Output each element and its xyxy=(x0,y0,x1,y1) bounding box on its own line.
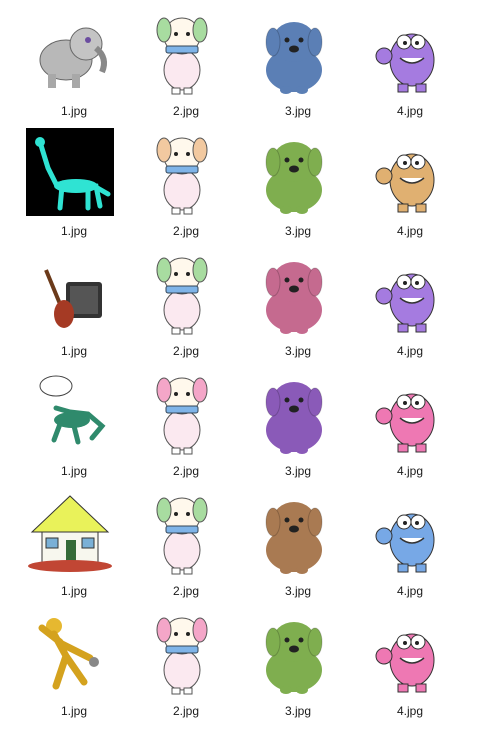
dog-harmonica-green-thumbnail xyxy=(138,8,226,96)
sync-status-icon xyxy=(212,8,226,22)
sync-status-icon xyxy=(212,128,226,142)
file-name-label: 3.jpg xyxy=(284,704,312,718)
file-item[interactable]: 2.jpg xyxy=(128,486,228,602)
sync-status-icon xyxy=(212,248,226,262)
file-item[interactable]: 1.jpg xyxy=(16,606,116,722)
file-name-label: 2.jpg xyxy=(172,584,200,598)
file-name-label: 1.jpg xyxy=(60,704,88,718)
file-name-label: 1.jpg xyxy=(60,104,88,118)
sync-status-icon xyxy=(212,488,226,502)
dog-harmonica-orange-thumbnail xyxy=(138,128,226,216)
file-item[interactable]: 4.jpg xyxy=(352,126,452,242)
file-name-label: 3.jpg xyxy=(284,104,312,118)
file-name-label: 3.jpg xyxy=(284,224,312,238)
file-name-label: 2.jpg xyxy=(172,224,200,238)
sync-status-icon xyxy=(324,488,338,502)
golden-figure-thumbnail xyxy=(26,608,114,696)
guitar-amp-thumbnail xyxy=(26,248,114,336)
file-item[interactable]: 3.jpg xyxy=(240,126,340,242)
file-name-label: 2.jpg xyxy=(172,104,200,118)
elephant-thumbnail xyxy=(26,8,114,96)
file-item[interactable]: 2.jpg xyxy=(128,6,228,122)
dog-harmonica-pink-thumbnail xyxy=(138,368,226,456)
sync-status-icon xyxy=(100,488,114,502)
file-name-label: 3.jpg xyxy=(284,344,312,358)
file-item[interactable]: 3.jpg xyxy=(240,366,340,482)
sync-status-icon xyxy=(436,608,450,622)
sync-status-icon xyxy=(324,368,338,382)
file-item[interactable]: 1.jpg xyxy=(16,6,116,122)
file-item[interactable]: 3.jpg xyxy=(240,606,340,722)
file-item[interactable]: 2.jpg xyxy=(128,126,228,242)
file-name-label: 4.jpg xyxy=(396,344,424,358)
file-item[interactable]: 4.jpg xyxy=(352,486,452,602)
monster-purple-thumbnail xyxy=(362,8,450,96)
file-item[interactable]: 4.jpg xyxy=(352,366,452,482)
sync-status-icon xyxy=(100,248,114,262)
file-item[interactable]: 3.jpg xyxy=(240,6,340,122)
file-item[interactable]: 1.jpg xyxy=(16,486,116,602)
file-item[interactable]: 1.jpg xyxy=(16,246,116,362)
puppy-blue-thumbnail xyxy=(250,8,338,96)
sync-status-icon xyxy=(324,248,338,262)
puppy-pink-thumbnail xyxy=(250,248,338,336)
sync-status-icon xyxy=(436,128,450,142)
file-item[interactable]: 4.jpg xyxy=(352,6,452,122)
sync-status-icon xyxy=(100,128,114,142)
dog-harmonica-pink-thumbnail xyxy=(138,608,226,696)
puppy-brown-thumbnail xyxy=(250,488,338,576)
sync-status-icon xyxy=(436,368,450,382)
monster-blue-thumbnail xyxy=(362,488,450,576)
sync-status-icon xyxy=(436,248,450,262)
sync-status-icon xyxy=(324,608,338,622)
file-item[interactable]: 3.jpg xyxy=(240,246,340,362)
file-name-label: 4.jpg xyxy=(396,464,424,478)
file-name-label: 1.jpg xyxy=(60,224,88,238)
dog-harmonica-green-thumbnail xyxy=(138,488,226,576)
monster-purple-thumbnail xyxy=(362,248,450,336)
file-name-label: 2.jpg xyxy=(172,344,200,358)
file-name-label: 4.jpg xyxy=(396,704,424,718)
sync-status-icon xyxy=(436,8,450,22)
file-name-label: 1.jpg xyxy=(60,584,88,598)
file-item[interactable]: 4.jpg xyxy=(352,246,452,362)
file-name-label: 3.jpg xyxy=(284,464,312,478)
puppy-green-thumbnail xyxy=(250,608,338,696)
file-item[interactable]: 2.jpg xyxy=(128,366,228,482)
sync-status-icon xyxy=(100,608,114,622)
giraffe-thumbnail xyxy=(26,128,114,216)
sync-status-icon xyxy=(324,128,338,142)
file-name-label: 1.jpg xyxy=(60,464,88,478)
sync-status-icon xyxy=(436,488,450,502)
house-thumbnail xyxy=(26,488,114,576)
file-name-label: 3.jpg xyxy=(284,584,312,598)
sync-status-icon xyxy=(324,8,338,22)
sync-status-icon xyxy=(100,368,114,382)
file-name-label: 1.jpg xyxy=(60,344,88,358)
puppy-green-thumbnail xyxy=(250,128,338,216)
file-item[interactable]: 3.jpg xyxy=(240,486,340,602)
monster-pink-thumbnail xyxy=(362,368,450,456)
file-item[interactable]: 2.jpg xyxy=(128,246,228,362)
file-name-label: 4.jpg xyxy=(396,104,424,118)
file-name-label: 2.jpg xyxy=(172,464,200,478)
monster-pink-thumbnail xyxy=(362,608,450,696)
file-name-label: 4.jpg xyxy=(396,584,424,598)
file-name-label: 2.jpg xyxy=(172,704,200,718)
dog-harmonica-green-thumbnail xyxy=(138,248,226,336)
file-item[interactable]: 1.jpg xyxy=(16,126,116,242)
monster-orange-thumbnail xyxy=(362,128,450,216)
sync-status-icon xyxy=(212,608,226,622)
file-grid: 1.jpg 2.jpg 3.jpg 4.jpg 1.jpg 2.jpg 3.jpg 4.jpg… xyxy=(0,0,477,733)
file-item[interactable]: 1.jpg xyxy=(16,366,116,482)
sync-status-icon xyxy=(212,368,226,382)
file-item[interactable]: 4.jpg xyxy=(352,606,452,722)
sync-status-icon xyxy=(100,8,114,22)
puppy-purple-thumbnail xyxy=(250,368,338,456)
file-name-label: 4.jpg xyxy=(396,224,424,238)
horse-thumbnail xyxy=(26,368,114,456)
file-item[interactable]: 2.jpg xyxy=(128,606,228,722)
